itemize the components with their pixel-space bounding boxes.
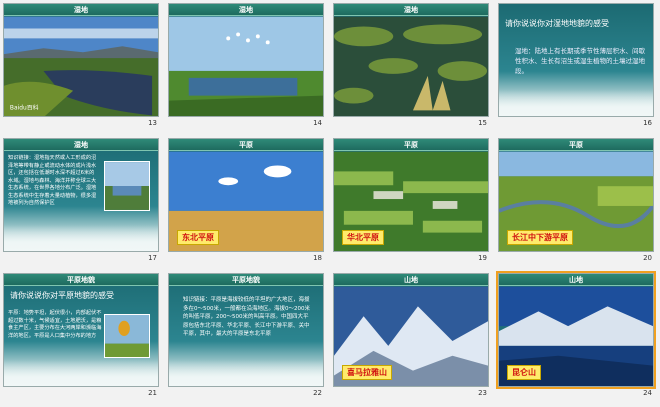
slide-20-canvas: 平原 长江中下游平原 xyxy=(498,138,654,252)
slide-23-canvas: 山地 喜马拉雅山 xyxy=(333,273,489,387)
slide-number: 15 xyxy=(478,119,487,127)
wetland-thumbnail xyxy=(104,161,150,211)
slide-caption: 东北平原 xyxy=(177,230,219,245)
slide-23[interactable]: 山地 喜马拉雅山 23 xyxy=(330,270,495,405)
slide-number: 18 xyxy=(313,254,322,262)
slide-19[interactable]: 平原 华北平原 19 xyxy=(330,135,495,270)
slide-16[interactable]: 请你说说你对湿地地貌的感受 湿地：陆地上有长期或季节性薄层积水、间歇性积水、生长… xyxy=(495,0,660,135)
wave-decoration xyxy=(4,360,158,386)
slide-caption: 华北平原 xyxy=(342,230,384,245)
slide-15-canvas: 湿地 xyxy=(333,3,489,117)
slide-definition: 湿地：陆地上有长期或季节性薄层积水、间歇性积水、生长有沼生或湿生植物的土壤过湿地… xyxy=(515,47,645,75)
slide-number: 22 xyxy=(313,389,322,397)
slide-22[interactable]: 平原地貌 知识链接：平原是海拔较低的平坦的广大地区，海拔多在0～500米，一般都… xyxy=(165,270,330,405)
slide-number: 13 xyxy=(148,119,157,127)
slide-15[interactable]: 湿地 15 xyxy=(330,0,495,135)
wave-decoration xyxy=(4,225,158,251)
slide-21-canvas: 平原地貌 请你说说你对平原地貌的感受 平原：地势平坦，起伏很小，内部起伏不超过数… xyxy=(3,273,159,387)
slide-title: 山地 xyxy=(499,274,653,286)
slide-caption: 长江中下游平原 xyxy=(507,230,573,245)
slide-number: 17 xyxy=(148,254,157,262)
slide-24-canvas: 山地 昆仑山 xyxy=(496,271,656,389)
slide-caption: 昆仑山 xyxy=(507,365,541,380)
slide-title: 湿地 xyxy=(334,4,488,16)
slide-number: 23 xyxy=(478,389,487,397)
wetland-marsh-photo xyxy=(334,16,488,116)
slide-13[interactable]: 湿地 Baidu百科 13 xyxy=(0,0,165,135)
slide-24[interactable]: 山地 昆仑山 24 xyxy=(495,270,660,405)
slide-title: 山地 xyxy=(334,274,488,286)
slide-number: 14 xyxy=(313,119,322,127)
slide-19-canvas: 平原 华北平原 xyxy=(333,138,489,252)
slide-16-canvas: 请你说说你对湿地地貌的感受 湿地：陆地上有长期或季节性薄层积水、间歇性积水、生长… xyxy=(498,3,654,117)
slide-title: 湿地 xyxy=(169,4,323,16)
slide-question: 请你说说你对湿地地貌的感受 xyxy=(505,19,609,28)
slide-caption: 喜马拉雅山 xyxy=(342,365,392,380)
slide-number: 24 xyxy=(643,389,652,397)
wave-decoration xyxy=(169,360,323,386)
slide-title: 平原地貌 xyxy=(4,274,158,286)
wetland-birds-photo xyxy=(169,16,323,116)
slide-title: 平原 xyxy=(499,139,653,151)
slide-number: 16 xyxy=(643,119,652,127)
slide-number: 21 xyxy=(148,389,157,397)
slide-number: 19 xyxy=(478,254,487,262)
wave-decoration xyxy=(499,90,653,116)
slide-title: 平原 xyxy=(334,139,488,151)
slide-sorter-grid: 湿地 Baidu百科 13 湿地 14 湿地 15 请你说说你对湿地地貌的感受 … xyxy=(0,0,660,407)
slide-17[interactable]: 湿地 知识链接：湿地指天然或人工形成的沼泽地等带有静止或流动水体的成片浅水区，还… xyxy=(0,135,165,270)
slide-title: 湿地 xyxy=(4,4,158,16)
slide-13-canvas: 湿地 Baidu百科 xyxy=(3,3,159,117)
slide-14[interactable]: 湿地 14 xyxy=(165,0,330,135)
watermark: Baidu百科 xyxy=(10,103,39,111)
slide-14-canvas: 湿地 xyxy=(168,3,324,117)
slide-question: 请你说说你对平原地貌的感受 xyxy=(10,291,114,300)
slide-number: 20 xyxy=(643,254,652,262)
wetland-grass-photo: Baidu百科 xyxy=(4,16,158,116)
slide-body-text: 平原：地势平坦，起伏很小，内部起伏不超过数十米，气候适宜，土地肥沃，是粮食主产区… xyxy=(8,310,102,339)
slide-title: 湿地 xyxy=(4,139,158,151)
slide-18[interactable]: 平原 东北平原 18 xyxy=(165,135,330,270)
slide-22-canvas: 平原地貌 知识链接：平原是海拔较低的平坦的广大地区，海拔多在0～500米，一般都… xyxy=(168,273,324,387)
slide-21[interactable]: 平原地貌 请你说说你对平原地貌的感受 平原：地势平坦，起伏很小，内部起伏不超过数… xyxy=(0,270,165,405)
slide-title: 平原地貌 xyxy=(169,274,323,286)
slide-20[interactable]: 平原 长江中下游平原 20 xyxy=(495,135,660,270)
slide-body-text: 知识链接：湿地指天然或人工形成的沼泽地等带有静止或流动水体的成片浅水区，还包括在… xyxy=(8,155,97,206)
slide-title: 平原 xyxy=(169,139,323,151)
slide-18-canvas: 平原 东北平原 xyxy=(168,138,324,252)
balloon-plain-thumbnail xyxy=(104,314,150,358)
slide-17-canvas: 湿地 知识链接：湿地指天然或人工形成的沼泽地等带有静止或流动水体的成片浅水区，还… xyxy=(3,138,159,252)
slide-body-text: 知识链接：平原是海拔较低的平坦的广大地区，海拔多在0～500米，一般都在沿海地区… xyxy=(183,297,310,337)
